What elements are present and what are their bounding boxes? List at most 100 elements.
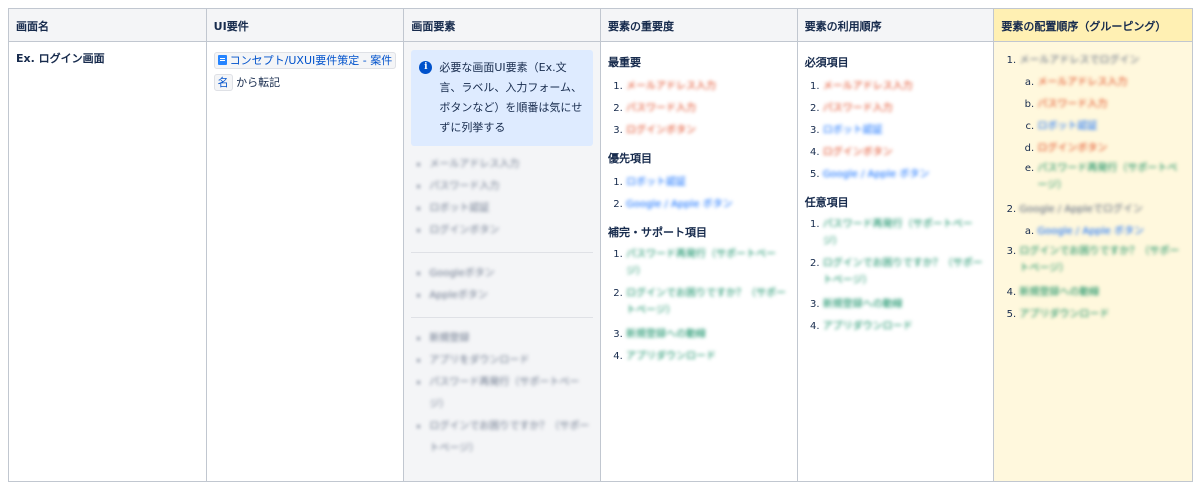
placement-list: メールアドレスでログイン メールアドレス入力 パスワード入力 ロボット認証 ログ… bbox=[1001, 50, 1185, 326]
header-element-importance: 要素の重要度 bbox=[601, 9, 798, 41]
list-item: Googleボタン bbox=[429, 263, 593, 285]
list-item: 新規登録への動線 bbox=[823, 294, 987, 316]
list-item: メールアドレス入力 bbox=[626, 76, 790, 98]
item-text: ログインボタン bbox=[1037, 143, 1108, 154]
item-text: Google / Apple ボタン bbox=[626, 199, 733, 210]
list-item: ログインでお困りですか？（サポートページ） bbox=[823, 255, 987, 289]
item-text: パスワード入力 bbox=[1037, 99, 1108, 110]
transcribe-text: から転記 bbox=[236, 76, 281, 89]
item-text: パスワード入力 bbox=[822, 103, 893, 114]
list-item: Google / Apple ボタン bbox=[823, 164, 987, 186]
item-text: Google / Apple ボタン bbox=[822, 169, 930, 180]
list-item: アプリダウンロード bbox=[1019, 304, 1185, 326]
header-element-placement-order: 要素の配置順序（グルーピング） bbox=[994, 9, 1193, 41]
list-item: Google / Apple ボタン bbox=[1037, 221, 1185, 243]
item-text: メールアドレス入力 bbox=[822, 81, 913, 92]
cell-element-placement-order: メールアドレスでログイン メールアドレス入力 パスワード入力 ロボット認証 ログ… bbox=[994, 42, 1193, 481]
list-item: Google / Appleでログイン Google / Apple ボタン bbox=[1019, 199, 1185, 243]
cell-screen-name: Ex. ログイン画面 bbox=[9, 42, 207, 481]
list-item: 新規登録 bbox=[429, 328, 593, 350]
list-item: ロボット認証 bbox=[823, 120, 987, 142]
list-item: 新規登録への動線 bbox=[1019, 282, 1185, 304]
item-text: アプリダウンロード bbox=[626, 351, 717, 362]
placement-sublist-1: メールアドレス入力 パスワード入力 ロボット認証 ログインボタン パスワード再発… bbox=[1019, 72, 1185, 194]
item-text: 新規登録への動線 bbox=[626, 329, 707, 340]
cell-element-usage-order: 必須項目 メールアドレス入力 パスワード入力 ロボット認証 ログインボタン Go… bbox=[798, 42, 995, 481]
list-item: アプリダウンロード bbox=[626, 346, 790, 368]
importance-list-2: ロボット認証 Google / Apple ボタン bbox=[608, 172, 790, 216]
list-item: ロボット認証 bbox=[429, 198, 593, 220]
info-icon: i bbox=[419, 61, 433, 74]
list-item: ログインボタン bbox=[823, 142, 987, 164]
info-panel-text: 必要な画面UI要素（Ex.文言、ラベル、入力フォーム、ボタンなど）を順番は気にせ… bbox=[439, 61, 583, 134]
item-text: Google / Apple ボタン bbox=[1037, 226, 1144, 237]
list-item: Google / Apple ボタン bbox=[626, 194, 790, 216]
list-item: ログインでお困りですか？（サポートページ） bbox=[626, 285, 790, 319]
list-item: ログインボタン bbox=[626, 120, 790, 142]
header-screen-name: 画面名 bbox=[9, 9, 207, 41]
header-element-usage-order: 要素の利用順序 bbox=[798, 9, 995, 41]
item-text: パスワード入力 bbox=[626, 103, 697, 114]
screen-name-text: Ex. ログイン画面 bbox=[16, 52, 105, 65]
usage-list-1: メールアドレス入力 パスワード入力 ロボット認証 ログインボタン Google … bbox=[805, 76, 987, 186]
item-text: アプリダウンロード bbox=[822, 321, 913, 332]
item-text: ロボット認証 bbox=[822, 125, 883, 136]
list-item: パスワード入力 bbox=[823, 98, 987, 120]
header-screen-elements: 画面要素 bbox=[404, 9, 602, 41]
item-text: 新規登録への動線 bbox=[822, 299, 903, 310]
list-item: ログインでお困りですか？（サポートページ） bbox=[1019, 243, 1185, 277]
list-item: ロボット認証 bbox=[626, 172, 790, 194]
document-icon bbox=[217, 55, 227, 65]
list-item: メールアドレス入力 bbox=[823, 76, 987, 98]
header-ui-requirements: UI要件 bbox=[207, 9, 405, 41]
group-title: メールアドレスでログイン bbox=[1019, 55, 1140, 66]
list-item: アプリをダウンロード bbox=[429, 350, 593, 372]
page-link-text: コンセプト/UXUI要件策定 - 案件 bbox=[229, 54, 393, 67]
page-link[interactable]: コンセプト/UXUI要件策定 - 案件 bbox=[213, 52, 397, 69]
placement-sublist-2: Google / Apple ボタン bbox=[1019, 221, 1185, 243]
item-text: ログインでお困りですか？（サポートページ） bbox=[626, 288, 787, 316]
element-list-2: Googleボタン Appleボタン bbox=[411, 263, 593, 307]
section-title: 任意項目 bbox=[804, 196, 849, 209]
list-item: パスワード再発行（サポートページ） bbox=[626, 246, 790, 280]
divider bbox=[411, 317, 594, 318]
table-row: Ex. ログイン画面 コンセプト/UXUI要件策定 - 案件 名 から転記 i … bbox=[9, 42, 1193, 481]
list-item: ロボット認証 bbox=[1037, 116, 1185, 138]
item-text: ログインボタン bbox=[626, 125, 697, 136]
item-text: 新規登録への動線 bbox=[1019, 287, 1100, 298]
item-text: ロボット認証 bbox=[1037, 121, 1098, 132]
item-text: パスワード再発行（サポートページ） bbox=[1037, 163, 1178, 191]
list-item: パスワード入力 bbox=[429, 176, 593, 198]
list-item: パスワード入力 bbox=[626, 98, 790, 120]
item-text: メールアドレス入力 bbox=[626, 81, 717, 92]
list-item: パスワード再発行（サポートページ） bbox=[823, 216, 987, 250]
divider bbox=[411, 252, 594, 253]
item-text: パスワード再発行（サポートページ） bbox=[626, 249, 777, 277]
item-text: ログインでお困りですか？（サポートページ） bbox=[1019, 246, 1180, 274]
section-title: 必須項目 bbox=[804, 56, 849, 69]
list-item: ログインボタン bbox=[429, 220, 593, 242]
usage-list-2: パスワード再発行（サポートページ） ログインでお困りですか？（サポートページ） … bbox=[805, 216, 987, 338]
item-text: メールアドレス入力 bbox=[1037, 77, 1128, 88]
cell-screen-elements: i 必要な画面UI要素（Ex.文言、ラベル、入力フォーム、ボタンなど）を順番は気… bbox=[404, 42, 602, 481]
element-list-1: メールアドレス入力 パスワード入力 ロボット認証 ログインボタン bbox=[411, 154, 593, 242]
item-text: ログインボタン bbox=[822, 147, 893, 158]
list-item: パスワード再発行（サポートページ） bbox=[429, 372, 593, 416]
list-item: ログインボタン bbox=[1037, 138, 1185, 160]
list-item: メールアドレス入力 bbox=[1037, 72, 1185, 94]
list-item: ログインでお困りですか？（サポートページ） bbox=[429, 416, 593, 460]
list-item: パスワード入力 bbox=[1037, 94, 1185, 116]
list-item: メールアドレスでログイン メールアドレス入力 パスワード入力 ロボット認証 ログ… bbox=[1019, 50, 1185, 194]
list-item: Appleボタン bbox=[429, 285, 593, 307]
item-text: ロボット認証 bbox=[626, 177, 687, 188]
requirements-table: 画面名 UI要件 画面要素 要素の重要度 要素の利用順序 要素の配置順序（グルー… bbox=[8, 8, 1193, 482]
list-item: メールアドレス入力 bbox=[429, 154, 593, 176]
page-link-text-2: 名 bbox=[217, 76, 229, 89]
list-item: パスワード再発行（サポートページ） bbox=[1037, 160, 1185, 194]
cell-element-importance: 最重要 メールアドレス入力 パスワード入力 ログインボタン 優先項目 ロボット認… bbox=[601, 42, 798, 481]
info-panel: i 必要な画面UI要素（Ex.文言、ラベル、入力フォーム、ボタンなど）を順番は気… bbox=[411, 50, 594, 146]
importance-list-3: パスワード再発行（サポートページ） ログインでお困りですか？（サポートページ） … bbox=[608, 246, 790, 368]
group-title: Google / Appleでログイン bbox=[1019, 204, 1143, 215]
page-link-continued[interactable]: 名 bbox=[213, 74, 233, 91]
importance-list-1: メールアドレス入力 パスワード入力 ログインボタン bbox=[608, 76, 790, 142]
